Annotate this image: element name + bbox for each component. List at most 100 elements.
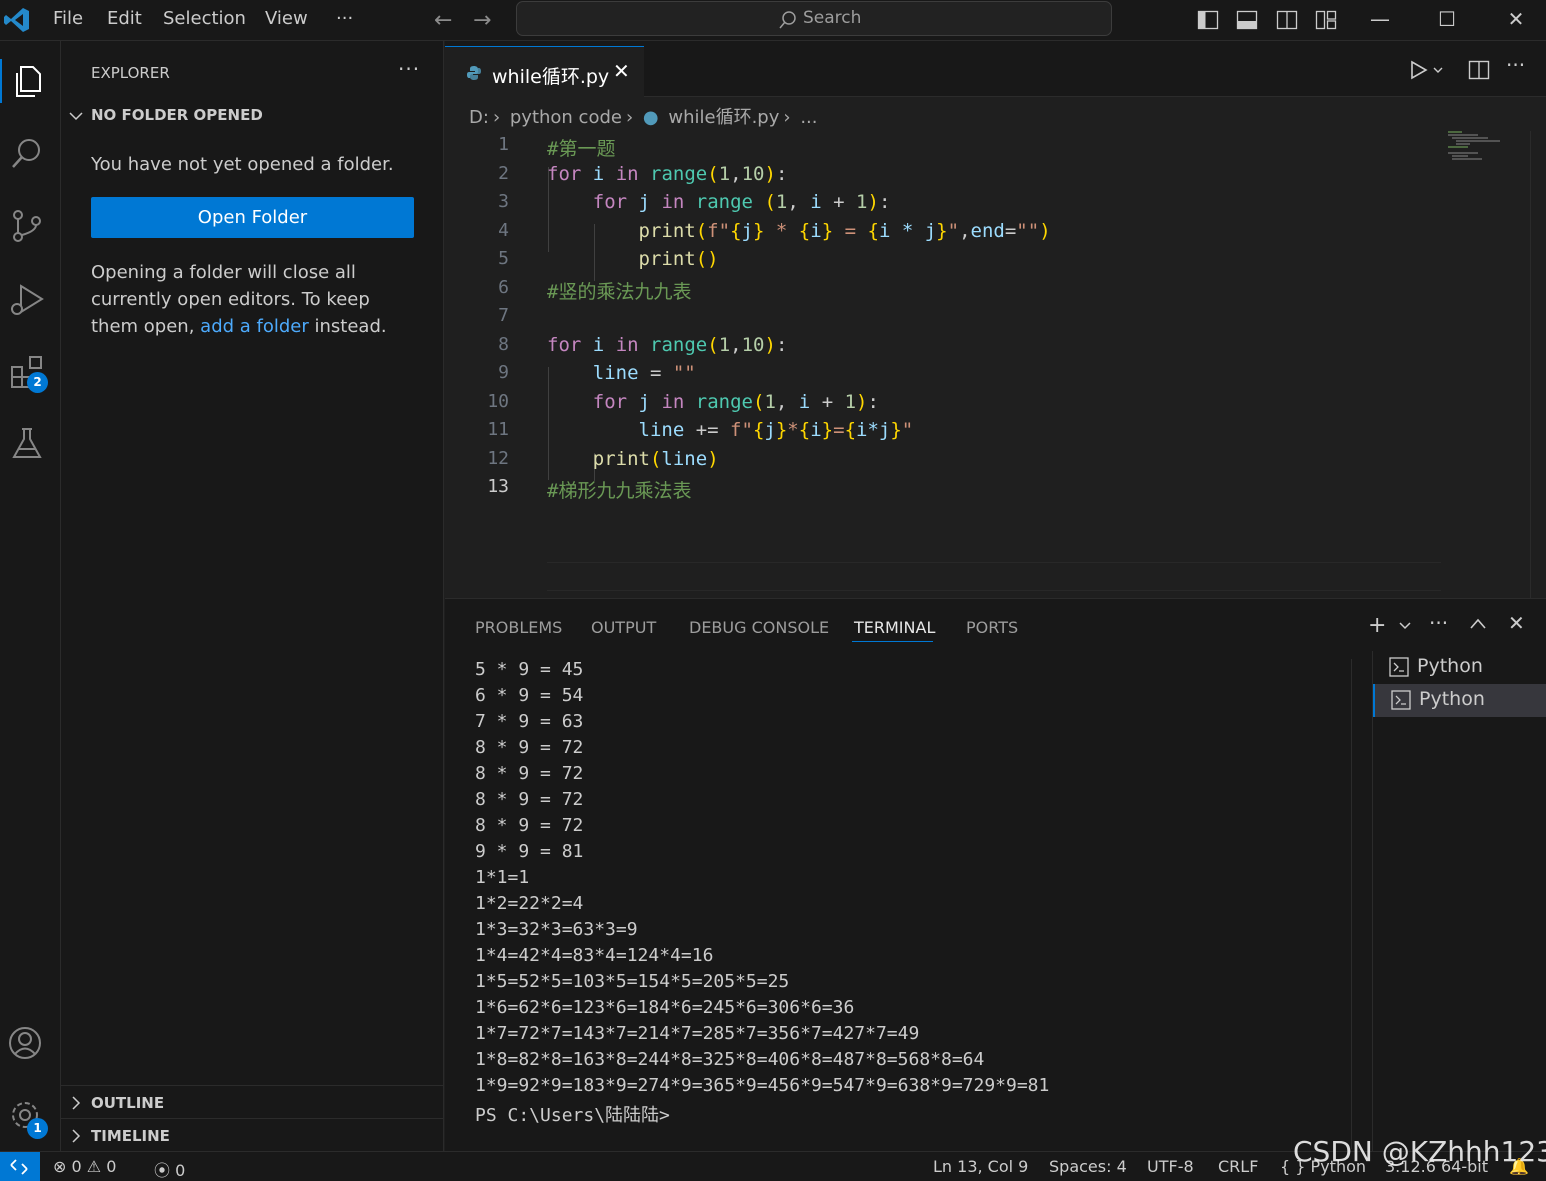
explorer-activity[interactable] bbox=[0, 51, 61, 111]
terminal-line: 1*9=92*9=183*9=274*9=365*9=456*9=547*9=6… bbox=[475, 1075, 1050, 1096]
bottom-panel: PROBLEMS OUTPUT DEBUG CONSOLE TERMINAL P… bbox=[445, 598, 1546, 1151]
warning-count: 0 bbox=[106, 1157, 117, 1176]
tab-problems[interactable]: PROBLEMS bbox=[475, 618, 562, 637]
panel-more-icon[interactable]: ··· bbox=[1429, 611, 1448, 635]
line-ending[interactable]: CRLF bbox=[1218, 1157, 1258, 1176]
back-arrow-icon[interactable]: ← bbox=[434, 8, 452, 33]
menu-selection[interactable]: Selection bbox=[163, 0, 246, 40]
menu-edit[interactable]: Edit bbox=[107, 0, 142, 40]
menu-view[interactable]: View bbox=[265, 0, 308, 40]
minimize-icon[interactable]: — bbox=[1360, 4, 1400, 34]
beaker-icon bbox=[12, 428, 42, 458]
chevron-down-icon[interactable] bbox=[68, 108, 84, 124]
code-line: #第一题 bbox=[547, 138, 616, 160]
manage-activity[interactable]: 1 bbox=[0, 1085, 61, 1145]
open-folder-button[interactable]: Open Folder bbox=[91, 197, 414, 238]
ports-status[interactable]: ⦿ 0 bbox=[154, 1157, 185, 1181]
terminal-icon bbox=[1389, 657, 1409, 677]
activity-bar: 2 1 bbox=[0, 41, 61, 1151]
terminal-item-selected[interactable]: Python bbox=[1373, 684, 1546, 717]
line-number: 8 bbox=[498, 334, 509, 355]
terminal-line: 8 * 9 = 72 bbox=[475, 789, 584, 810]
tab-label: while循环.py bbox=[492, 66, 610, 88]
section-divider bbox=[61, 1085, 444, 1086]
forward-arrow-icon[interactable]: → bbox=[473, 8, 491, 33]
run-python-file-icon[interactable] bbox=[1409, 60, 1445, 80]
minimap[interactable] bbox=[1448, 131, 1508, 161]
search-placeholder: Search bbox=[803, 8, 862, 28]
chevron-down-icon[interactable] bbox=[1398, 619, 1412, 633]
editor-scrollbar[interactable] bbox=[1530, 131, 1531, 598]
terminal-line: 8 * 9 = 72 bbox=[475, 815, 584, 836]
code-line: for i in range(1,10): bbox=[547, 334, 788, 356]
tab-output[interactable]: OUTPUT bbox=[591, 618, 656, 637]
editor-more-icon[interactable]: ··· bbox=[1506, 53, 1525, 77]
explorer-more-icon[interactable]: ··· bbox=[398, 57, 420, 81]
tab-while-py[interactable]: while循环.py ✕ bbox=[445, 46, 644, 97]
timeline-section-title[interactable]: TIMELINE bbox=[91, 1127, 170, 1145]
terminal-item[interactable]: Python bbox=[1373, 651, 1546, 684]
terminal-name: Python bbox=[1417, 655, 1483, 677]
toggle-primary-sidebar-icon[interactable] bbox=[1197, 9, 1219, 31]
search-icon bbox=[779, 11, 796, 29]
editor-area: while循环.py ✕ ··· D: › python code › ● whil… bbox=[445, 41, 1546, 598]
current-line-highlight bbox=[547, 562, 1441, 591]
menu-more[interactable]: ··· bbox=[336, 0, 353, 40]
command-center-search[interactable]: Search bbox=[516, 1, 1112, 36]
no-folder-message: You have not yet opened a folder. bbox=[91, 154, 394, 175]
chevron-right-icon: › bbox=[783, 107, 791, 128]
cursor-position[interactable]: Ln 13, Col 9 bbox=[933, 1157, 1028, 1176]
terminal-line: 6 * 9 = 54 bbox=[475, 685, 584, 706]
terminal-line: 1*4=42*4=83*4=124*4=16 bbox=[475, 945, 714, 966]
code-line: print(line) bbox=[592, 448, 719, 470]
warning-icon: ⚠ bbox=[86, 1157, 102, 1176]
line-number: 11 bbox=[487, 419, 509, 440]
code-line: for j in range (1, i + 1): bbox=[592, 191, 891, 213]
toggle-panel-icon[interactable] bbox=[1236, 9, 1258, 31]
maximize-icon[interactable]: ☐ bbox=[1427, 4, 1467, 34]
terminal-scrollbar[interactable] bbox=[1351, 659, 1352, 1149]
settings-badge: 1 bbox=[27, 1118, 48, 1139]
vscode-logo-icon[interactable] bbox=[3, 6, 31, 34]
accounts-activity[interactable] bbox=[0, 1013, 61, 1073]
breadcrumb-symbol[interactable]: ... bbox=[800, 107, 817, 128]
close-tab-icon[interactable]: ✕ bbox=[613, 59, 630, 83]
source-control-activity[interactable] bbox=[0, 196, 61, 256]
extensions-badge: 2 bbox=[27, 372, 48, 393]
code-line: #竖的乘法九九表 bbox=[547, 281, 692, 303]
terminal-line: 7 * 9 = 63 bbox=[475, 711, 584, 732]
toggle-secondary-sidebar-icon[interactable] bbox=[1276, 9, 1298, 31]
split-editor-icon[interactable] bbox=[1468, 60, 1490, 80]
tab-terminal[interactable]: TERMINAL bbox=[854, 618, 935, 637]
outline-section-title[interactable]: OUTLINE bbox=[91, 1094, 164, 1112]
chevron-right-icon[interactable] bbox=[68, 1128, 84, 1144]
breadcrumb-drive[interactable]: D: bbox=[469, 107, 489, 128]
indentation[interactable]: Spaces: 4 bbox=[1049, 1157, 1127, 1176]
search-activity[interactable] bbox=[0, 123, 61, 183]
no-folder-section-title[interactable]: NO FOLDER OPENED bbox=[91, 106, 263, 124]
menu-file[interactable]: File bbox=[53, 0, 83, 40]
terminal-line: 5 * 9 = 45 bbox=[475, 659, 584, 680]
testing-activity[interactable] bbox=[0, 413, 61, 473]
new-terminal-icon[interactable]: + bbox=[1368, 613, 1386, 638]
tab-ports[interactable]: PORTS bbox=[966, 618, 1018, 637]
problems-status[interactable]: ⊗ 0 ⚠ 0 bbox=[53, 1157, 116, 1176]
terminal-line: 1*3=32*3=63*3=9 bbox=[475, 919, 638, 940]
add-folder-link[interactable]: add a folder bbox=[200, 316, 309, 337]
remote-indicator[interactable] bbox=[0, 1152, 40, 1181]
extensions-activity[interactable]: 2 bbox=[0, 341, 61, 401]
close-window-icon[interactable]: ✕ bbox=[1496, 4, 1536, 34]
code-line: for i in range(1,10): bbox=[547, 163, 788, 185]
code-line: for j in range(1, i + 1): bbox=[592, 391, 879, 413]
error-icon: ⊗ bbox=[53, 1157, 67, 1176]
explorer-title: EXPLORER bbox=[91, 64, 170, 82]
breadcrumb-folder[interactable]: python code bbox=[510, 107, 622, 128]
chevron-right-icon[interactable] bbox=[68, 1095, 84, 1111]
maximize-panel-icon[interactable] bbox=[1469, 617, 1487, 631]
customize-layout-icon[interactable] bbox=[1315, 9, 1337, 31]
encoding[interactable]: UTF-8 bbox=[1147, 1157, 1194, 1176]
breadcrumb-file[interactable]: while循环.py bbox=[668, 107, 779, 128]
close-panel-icon[interactable]: ✕ bbox=[1508, 611, 1525, 635]
tab-debug-console[interactable]: DEBUG CONSOLE bbox=[689, 618, 829, 637]
run-debug-activity[interactable] bbox=[0, 269, 61, 329]
